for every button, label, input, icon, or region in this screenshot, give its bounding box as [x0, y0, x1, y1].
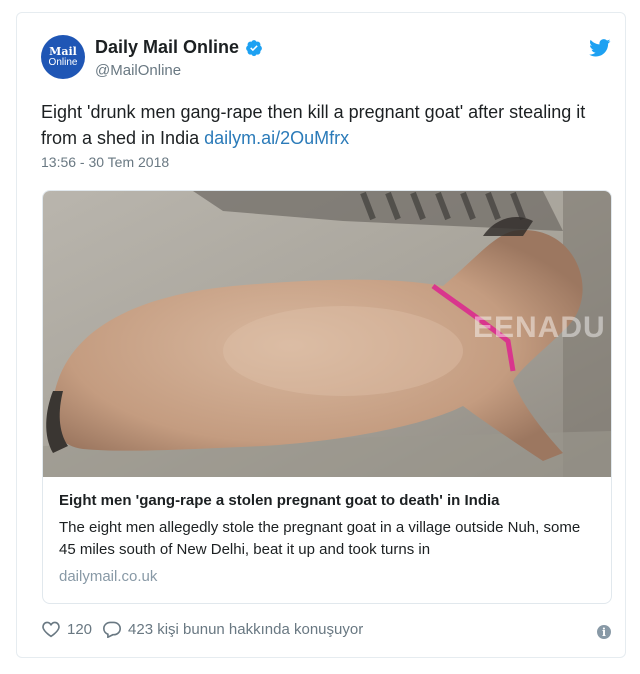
reply-text: 423 kişi bunun hakkında konuşuyor	[128, 620, 364, 638]
like-count: 120	[67, 620, 93, 638]
verified-badge-icon	[246, 39, 262, 56]
reply-bubble-icon	[103, 621, 122, 638]
image-watermark: EENADU	[473, 311, 606, 344]
avatar[interactable]: Mail Online	[41, 35, 85, 79]
tweet-card: Mail Online Daily Mail Online @MailOnlin…	[16, 12, 626, 658]
link-card-description: The eight men allegedly stole the pregna…	[59, 519, 581, 558]
tweet-actions: 120 423 kişi bunun hakkında konuşuyor	[41, 620, 373, 638]
heart-icon	[42, 621, 60, 638]
account-handle[interactable]: @MailOnline	[95, 62, 181, 79]
info-icon[interactable]: i	[597, 625, 611, 639]
avatar-logo-text-online: Online	[48, 57, 78, 68]
link-card[interactable]: EENADU Eight men 'gang-rape a stolen pre…	[42, 190, 612, 604]
account-name-row[interactable]: Daily Mail Online	[95, 37, 263, 58]
account-name[interactable]: Daily Mail Online	[95, 37, 239, 58]
link-card-domain: dailymail.co.uk	[59, 568, 158, 585]
twitter-bird-icon[interactable]	[589, 39, 611, 57]
like-action[interactable]: 120	[41, 620, 92, 638]
link-card-title[interactable]: Eight men 'gang-rape a stolen pregnant g…	[59, 492, 599, 509]
avatar-logo-text-mail: Mail	[49, 45, 77, 58]
tweet-link[interactable]: dailym.ai/2OuMfrx	[204, 128, 349, 148]
reply-action[interactable]: 423 kişi bunun hakkında konuşuyor	[102, 620, 363, 638]
tweet-text: Eight 'drunk men gang-rape then kill a p…	[41, 99, 621, 151]
tweet-timestamp[interactable]: 13:56 - 30 Tem 2018	[41, 154, 169, 170]
